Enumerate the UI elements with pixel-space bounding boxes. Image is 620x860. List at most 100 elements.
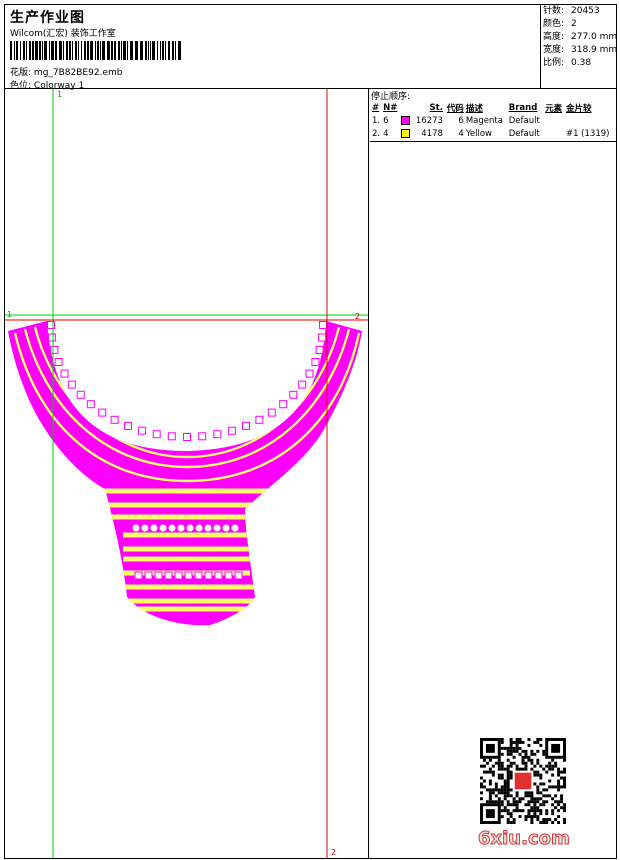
barcode-bar xyxy=(95,41,96,60)
barcode-bar xyxy=(107,41,110,60)
square-bead xyxy=(54,358,63,366)
barcode-bar xyxy=(69,41,71,60)
col-code: 代码 xyxy=(446,103,464,114)
barcode-bar xyxy=(162,41,164,60)
square-bead xyxy=(242,421,250,430)
barcode-bar xyxy=(78,41,79,60)
round-bead xyxy=(176,523,186,533)
stat-width: 宽度: 318.9 mm xyxy=(543,45,618,55)
page-title: 生产作业图 xyxy=(10,10,85,26)
square-bead xyxy=(305,369,314,378)
barcode-bar xyxy=(63,41,64,60)
square-bead xyxy=(319,321,327,329)
square-bead xyxy=(134,571,143,580)
barcode-bar xyxy=(84,41,86,60)
col-element: 元素 xyxy=(545,103,563,114)
round-bead xyxy=(221,523,231,533)
square-bead xyxy=(60,369,69,378)
color-swatch-yellow xyxy=(400,128,410,138)
design-preview: 1 1 2 2 xyxy=(5,89,369,858)
barcode-bar xyxy=(20,41,21,60)
stat-height: 高度: 277.0 mm xyxy=(543,32,618,42)
embroidery-design: 1 1 2 2 xyxy=(5,89,368,858)
square-bead xyxy=(138,426,147,435)
barcode-bar xyxy=(178,41,181,60)
barcode-bar xyxy=(66,41,68,60)
barcode-bar xyxy=(168,41,170,60)
barcode-bar xyxy=(165,41,166,60)
seal-stamp-icon xyxy=(513,771,533,791)
table-row: 1. 6 16273 6 Magenta Default xyxy=(372,115,540,126)
square-bead xyxy=(234,571,243,580)
barcode-bar xyxy=(39,41,41,60)
square-bead xyxy=(214,571,223,580)
col-sequin: 金片较 xyxy=(565,103,592,114)
barcode-bar xyxy=(150,41,151,60)
square-bead xyxy=(204,571,213,580)
barcode-bar xyxy=(81,41,82,60)
design-file-line: 花版: mg_7B82BE92.emb xyxy=(10,65,122,78)
square-bead xyxy=(167,432,176,441)
barcode-bar xyxy=(44,41,47,60)
square-bead xyxy=(227,426,236,435)
square-bead xyxy=(164,571,173,580)
round-bead xyxy=(158,523,168,533)
barcode-bar xyxy=(55,41,57,60)
square-bead xyxy=(152,430,161,439)
barcode-bar xyxy=(26,41,27,60)
table-bottom-rule xyxy=(370,141,617,142)
barcode-bar xyxy=(49,41,50,60)
square-bead xyxy=(124,421,132,430)
round-bead xyxy=(212,523,222,533)
barcode-bar xyxy=(118,41,120,60)
barcode-bar xyxy=(148,41,149,60)
square-bead xyxy=(213,430,222,439)
stop-sequence-table: # N# St. 代码 描述 Brand 元素 金片较 1. 6 16273 6… xyxy=(371,101,615,140)
round-bead xyxy=(194,523,204,533)
barcode-bar xyxy=(175,41,176,60)
barcode-bar xyxy=(51,41,54,60)
guide-label-red-horizontal: 2 xyxy=(355,312,360,321)
barcode-bar xyxy=(123,41,126,60)
barcode-bar xyxy=(172,41,174,60)
square-bead xyxy=(194,571,203,580)
col-index: # xyxy=(372,102,380,113)
barcode-bar xyxy=(35,41,38,60)
square-bead xyxy=(198,432,207,441)
header-left: 生产作业图 Wilcom(汇宏) 装饰工作室 花版: mg_7B82BE92.e… xyxy=(4,4,541,91)
square-bead xyxy=(279,400,288,409)
square-bead xyxy=(267,408,276,417)
barcode-bar xyxy=(14,41,15,60)
guide-label-green-vertical: 1 xyxy=(57,90,62,99)
qr-finder xyxy=(485,743,495,753)
barcode-bar xyxy=(42,41,43,60)
square-bead xyxy=(289,390,298,399)
round-bead xyxy=(131,523,141,533)
design-stats: 针数: 20453 颜色: 2 高度: 277.0 mm 宽度: 318.9 mm 比例… xyxy=(543,5,617,70)
col-needle: N# xyxy=(383,102,398,113)
square-bead xyxy=(67,380,76,389)
barcode-bar xyxy=(29,41,31,60)
col-stitches: St. xyxy=(429,102,443,113)
barcode-bar xyxy=(97,41,99,60)
barcode-bar xyxy=(135,41,138,60)
barcode-bar xyxy=(152,41,155,60)
stat-colors: 颜色: 2 xyxy=(543,19,577,29)
square-bead xyxy=(47,333,56,342)
round-bead xyxy=(185,523,195,533)
round-bead xyxy=(167,523,177,533)
square-bead xyxy=(174,571,183,580)
square-bead xyxy=(98,408,107,417)
guide-label-green-horizontal: 1 xyxy=(7,310,12,319)
barcode-bar xyxy=(90,41,93,60)
barcode-bar xyxy=(121,41,122,60)
square-bead xyxy=(255,415,264,424)
stat-stitches: 针数: 20453 xyxy=(543,6,600,16)
square-bead xyxy=(183,433,191,441)
barcode-bar xyxy=(10,41,12,60)
barcode-bar xyxy=(100,41,101,60)
barcode-bar xyxy=(16,41,18,60)
round-bead xyxy=(203,523,213,533)
barcode xyxy=(10,41,186,60)
color-swatch-magenta xyxy=(400,115,410,125)
